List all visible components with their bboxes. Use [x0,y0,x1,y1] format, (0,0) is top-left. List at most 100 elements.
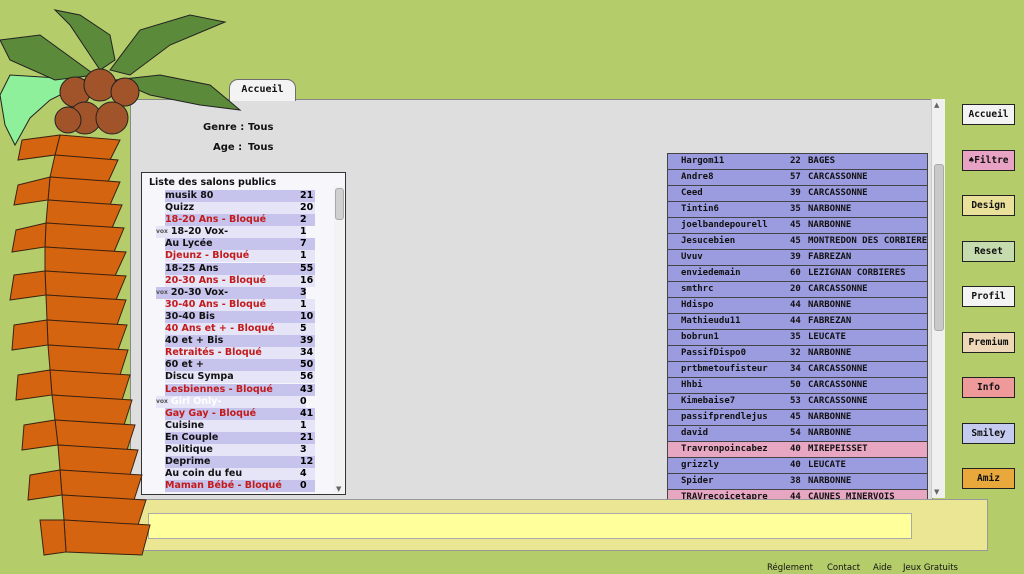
salon-item[interactable]: Discu Sympa 56 [142,371,332,384]
salon-item[interactable]: 30-40 Ans - Bloqué 1 [142,298,332,311]
tab-accueil[interactable]: Accueil [229,79,296,101]
user-row[interactable]: Jesucebien 45 MONTREDON DES CORBIERES [668,234,927,250]
salon-item[interactable]: Maman Bébé - Bloqué 0 [142,480,332,493]
message-input[interactable] [148,513,912,539]
user-age: 39 [790,252,801,262]
scroll-down-icon[interactable]: ▼ [934,488,939,496]
salon-count: 50 [300,359,314,371]
vox-tag: vox [156,288,168,296]
user-city: CAUNES MINERVOIS [808,492,895,499]
salons-scroll-thumb[interactable] [335,188,344,220]
side-button-amiz[interactable]: Amiz [962,468,1015,489]
salon-item[interactable]: 18-25 Ans 55 [142,262,332,275]
salon-item[interactable]: 30-40 Bis 10 [142,310,332,323]
user-row[interactable]: smthrc 20 CARCASSONNE [668,282,927,298]
main-scrollbar[interactable]: ▲ ▼ [931,99,945,498]
user-row[interactable]: Ceed 39 CARCASSONNE [668,186,927,202]
salon-item[interactable]: 60 et + 50 [142,359,332,372]
user-row[interactable]: Travronpoincabez 40 MIREPEISSET [668,442,927,458]
user-row[interactable]: prtbmetoufisteur 34 CARCASSONNE [668,362,927,378]
user-row[interactable]: Hdispo 44 NARBONNE [668,298,927,314]
salon-item[interactable]: 40 et + Bis 39 [142,335,332,348]
side-button-smiley[interactable]: Smiley [962,422,1015,444]
salon-item[interactable]: Au Lycée 7 [142,238,332,251]
user-row[interactable]: Uvuv 39 FABREZAN [668,250,927,266]
salon-count: 1 [300,226,307,238]
footer-link-aide[interactable]: Aide [873,563,892,573]
user-city: NARBONNE [808,428,852,438]
user-row[interactable]: Hargom11 22 BAGES [668,154,927,170]
salon-item[interactable]: Quizz 20 [142,202,332,215]
scroll-down-icon[interactable]: ▼ [336,485,341,493]
user-row[interactable]: Spider 38 NARBONNE [668,474,927,490]
salon-item[interactable]: Lesbiennes - Bloqué 43 [142,383,332,396]
user-city: MIREPEISSET [808,444,868,454]
side-button-profil[interactable]: Profil [962,286,1015,307]
salon-item[interactable]: musik 80 21 [142,190,332,202]
salon-item[interactable]: Politique 3 [142,443,332,456]
user-city: FABREZAN [808,316,852,326]
user-name: Kimebaise7 [681,396,736,406]
salon-item[interactable]: Cuisine 1 [142,419,332,432]
side-button-design[interactable]: Design [962,195,1015,216]
user-row[interactable]: grizzly 40 LEUCATE [668,458,927,474]
salon-name: Discu Sympa [165,371,315,384]
salon-item[interactable]: Gay Gay - Bloqué 41 [142,407,332,420]
salon-item[interactable]: En Couple 21 [142,431,332,444]
salons-rows: musik 80 21 Quizz 20 18-20 Ans - Bloqué 2 vox 1… [142,190,332,493]
user-city: NARBONNE [808,476,852,486]
user-row[interactable]: enviedemain 60 LEZIGNAN CORBIERES [668,266,927,282]
user-row[interactable]: joelbandepourell 45 NARBONNE [668,218,927,234]
user-name: joelbandepourell [681,220,768,230]
user-city: CARCASSONNE [808,188,868,198]
salon-label: Girl Only- [170,395,222,407]
salon-item[interactable]: vox Girl Only- 0 [142,395,332,408]
scroll-thumb[interactable] [934,164,944,331]
footer-link-reglement[interactable]: Réglement [767,563,813,573]
side-button-accueil[interactable]: Accueil [962,104,1015,125]
age-value[interactable]: Tous [248,142,273,153]
salon-item[interactable]: 20-30 Ans - Bloqué 16 [142,274,332,287]
user-name: smthrc [681,284,714,294]
footer-link-contact[interactable]: Contact [827,563,860,573]
salon-label: Au coin du feu [165,468,243,480]
salon-count: 12 [300,456,314,468]
message-bar [138,499,988,551]
salon-item[interactable]: Au coin du feu 4 [142,468,332,481]
user-row[interactable]: bobrun1 35 LEUCATE [668,330,927,346]
user-row[interactable]: Mathieudu11 44 FABREZAN [668,314,927,330]
user-row[interactable]: Hhbi 50 CARCASSONNE [668,378,927,394]
genre-value[interactable]: Tous [248,122,273,133]
user-name: Hargom11 [681,156,725,166]
salon-name: Politique [165,443,315,456]
user-row[interactable]: Kimebaise7 53 CARCASSONNE [668,394,927,410]
user-row[interactable]: passifprendlejus 45 NARBONNE [668,410,927,426]
footer-link-jeux[interactable]: Jeux Gratuits [903,563,958,573]
user-row[interactable]: PassifDispo0 32 NARBONNE [668,346,927,362]
salon-item[interactable]: Djeunz - Bloqué 1 [142,250,332,263]
salon-label: musik 80 [165,190,214,201]
salon-item[interactable]: Deprime 12 [142,456,332,469]
salon-item[interactable]: vox 20-30 Vox- 3 [142,286,332,299]
user-row[interactable]: david 54 NARBONNE [668,426,927,442]
scroll-up-icon[interactable]: ▲ [934,101,939,109]
side-button-filtre[interactable]: ♠Filtre [962,149,1015,171]
user-age: 44 [790,316,801,326]
salon-label: Politique [165,443,213,455]
salon-item[interactable]: Retraités - Bloqué 34 [142,347,332,360]
salon-name: Retraités - Bloqué [165,347,315,360]
user-row[interactable]: Tintin6 35 NARBONNE [668,202,927,218]
salon-label: 20-30 Vox- [170,286,229,298]
user-row[interactable]: TRAVrecoicetapre 44 CAUNES MINERVOIS [668,490,927,499]
salon-item[interactable]: vox 18-20 Vox- 1 [142,226,332,239]
salons-scrollbar[interactable]: ▼ [334,186,344,493]
user-row[interactable]: Andre8 57 CARCASSONNE [668,170,927,186]
salon-item[interactable]: 18-20 Ans - Bloqué 2 [142,214,332,227]
side-button-premium[interactable]: Premium [962,331,1015,353]
side-button-info[interactable]: Info [962,377,1015,398]
side-button-reset[interactable]: Reset [962,240,1015,262]
salon-item[interactable]: 40 Ans et + - Bloqué 5 [142,323,332,336]
user-age: 34 [790,364,801,374]
user-age: 32 [790,348,801,358]
user-name: enviedemain [681,268,741,278]
